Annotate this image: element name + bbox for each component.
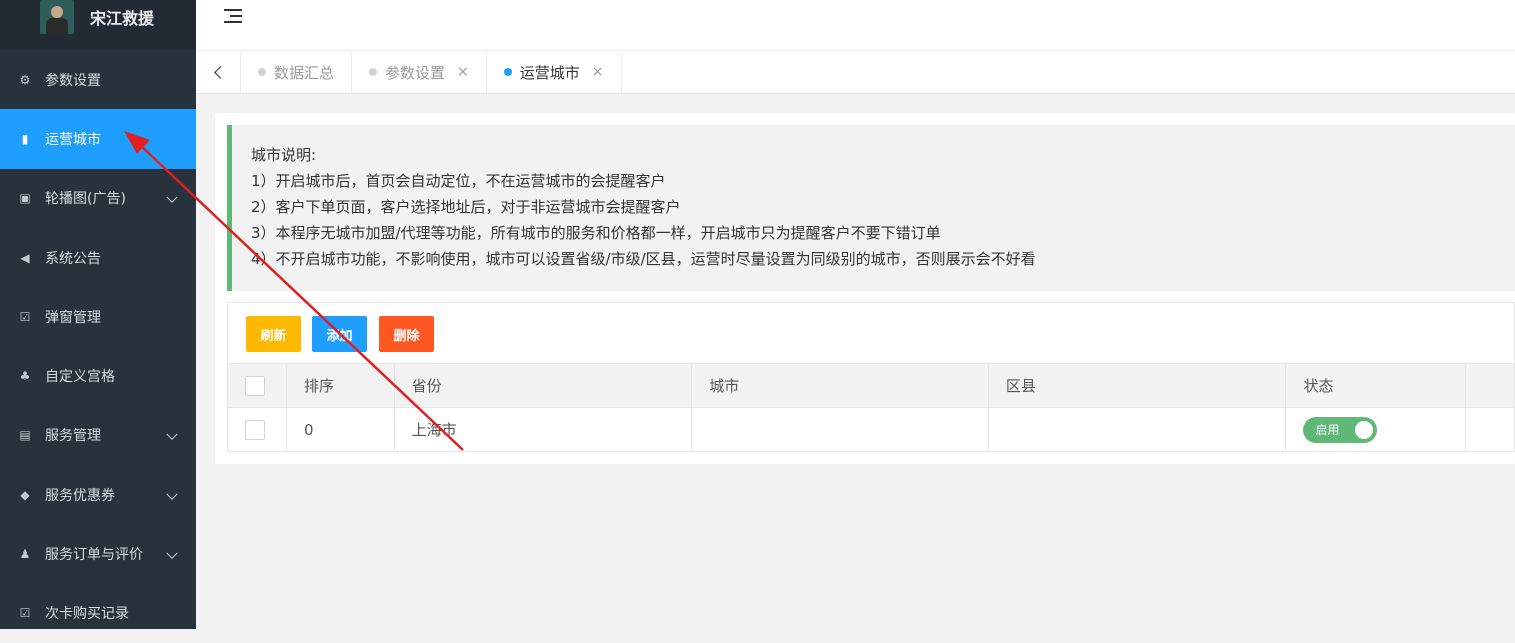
tab-dot-icon (503, 68, 512, 76)
cell-province: 上海市 (393, 407, 693, 452)
avatar (40, 0, 74, 34)
sidebar-item-orders[interactable]: ♟ 服务订单与评价 (0, 524, 196, 583)
tab-bar: 数据汇总 参数设置 × 运营城市 × (196, 51, 1515, 94)
cell-city (691, 407, 989, 452)
cell-actions (1465, 407, 1515, 452)
sidebar-item-label: 服务优惠券 (45, 487, 115, 504)
notice-line: 4）不开启城市功能，不影响使用，城市可以设置省级/市级/区县，运营时尽量设置为同… (251, 250, 1036, 268)
chevron-left-icon (213, 65, 227, 79)
row-select-cell (227, 407, 287, 452)
sidebar-item-grid[interactable]: ♣ 自定义宫格 (0, 346, 196, 405)
sidebar-item-coupons[interactable]: ◆ 服务优惠券 (0, 465, 196, 524)
image-icon: ▣ (19, 191, 31, 206)
top-header (196, 0, 1515, 51)
col-province[interactable]: 省份 (393, 363, 693, 408)
check-square-icon: ☑ (19, 309, 31, 324)
close-icon[interactable]: × (592, 64, 604, 80)
city-table: 排序 省份 城市 区县 状态 0 上海市 启用 (227, 363, 1515, 452)
sidebar-item-label: 弹窗管理 (45, 309, 101, 326)
sidebar-item-label: 自定义宫格 (45, 369, 115, 386)
sidebar: 宋江救援 ⚙ 参数设置 ▮ 运营城市 ▣ 轮播图(广告) ◀ 系统公告 ☑ 弹窗管理 ♣ 自… (0, 0, 196, 629)
sidebar-item-cities[interactable]: ▮ 运营城市 (0, 109, 196, 169)
col-actions (1465, 363, 1515, 408)
sidebar-item-banner[interactable]: ▣ 轮播图(广告) (0, 169, 196, 228)
check-square-icon: ☑ (19, 606, 31, 621)
notice-line: 1）开启城市后，首页会自动定位，不在运营城市的会提醒客户 (251, 172, 666, 190)
refresh-button[interactable]: 刷新 (246, 316, 301, 352)
notice-title: 城市说明: (251, 146, 317, 164)
tab-scroll-left-button[interactable] (196, 51, 241, 93)
sidebar-menu: ⚙ 参数设置 ▮ 运营城市 ▣ 轮播图(广告) ◀ 系统公告 ☑ 弹窗管理 ♣ 自定义宫格 … (0, 50, 196, 643)
notice-line: 2）客户下单页面，客户选择地址后，对于非运营城市会提醒客户 (251, 198, 681, 216)
add-button[interactable]: 添加 (312, 316, 367, 352)
sidebar-item-label: 轮播图(广告) (45, 191, 126, 208)
chevron-down-icon (166, 547, 178, 559)
chevron-down-icon (166, 428, 178, 441)
row-checkbox[interactable] (245, 419, 265, 440)
select-all-checkbox[interactable] (245, 375, 265, 396)
col-district[interactable]: 区县 (987, 363, 1287, 408)
table-header-row: 排序 省份 城市 区县 状态 (227, 363, 1515, 408)
delete-button[interactable]: 删除 (379, 316, 434, 352)
sidebar-item-label: 运营城市 (45, 131, 101, 148)
cell-district (987, 407, 1287, 452)
speaker-icon: ◀ (20, 250, 30, 265)
sidebar-item-card-records[interactable]: ☑ 次卡购买记录 (0, 584, 196, 643)
chevron-down-icon (166, 191, 178, 204)
table-toolbar: 刷新 添加 删除 (227, 302, 1515, 364)
sidebar-item-label: 系统公告 (45, 250, 101, 267)
status-toggle-label: 启用 (1315, 423, 1340, 437)
tab-label: 参数设置 (385, 63, 446, 82)
brand: 宋江救援 (0, 0, 196, 50)
menu-toggle-icon[interactable] (224, 9, 242, 23)
col-city[interactable]: 城市 (691, 363, 989, 408)
sitemap-icon: ♣ (19, 369, 31, 384)
sidebar-item-popup[interactable]: ☑ 弹窗管理 (0, 287, 196, 346)
sidebar-item-label: 次卡购买记录 (45, 606, 129, 623)
col-sort[interactable]: 排序 (285, 363, 395, 408)
brand-name: 宋江救援 (90, 9, 155, 28)
chevron-down-icon (166, 488, 178, 500)
tab-params[interactable]: 参数设置 × (352, 51, 487, 93)
notice-line: 3）本程序无城市加盟/代理等功能，所有城市的服务和价格都一样，开启城市只为提醒客… (251, 224, 941, 242)
cell-status: 启用 (1285, 407, 1467, 452)
tab-dashboard[interactable]: 数据汇总 (241, 51, 353, 93)
sidebar-item-label: 参数设置 (45, 72, 101, 89)
select-all-cell (227, 363, 287, 408)
gear-icon: ⚙ (19, 72, 31, 87)
server-icon: ▤ (19, 428, 31, 443)
city-notice: 城市说明: 1）开启城市后，首页会自动定位，不在运营城市的会提醒客户 2）客户下… (227, 125, 1515, 291)
tab-label: 运营城市 (519, 63, 580, 82)
sidebar-item-services[interactable]: ▤ 服务管理 (0, 406, 196, 465)
stamp-icon: ♟ (19, 547, 31, 562)
tab-dot-icon (369, 68, 378, 76)
sidebar-item-params[interactable]: ⚙ 参数设置 (0, 50, 196, 109)
status-toggle[interactable]: 启用 (1303, 416, 1378, 443)
sidebar-item-label: 服务管理 (45, 428, 101, 445)
sidebar-item-label: 服务订单与评价 (45, 547, 143, 564)
tab-cities[interactable]: 运营城市 × (487, 51, 622, 93)
table-row[interactable]: 0 上海市 启用 (227, 407, 1515, 452)
tab-dot-icon (258, 68, 266, 76)
col-status[interactable]: 状态 (1285, 363, 1467, 408)
close-icon[interactable]: × (457, 64, 469, 80)
toggle-knob (1355, 420, 1374, 439)
building-icon: ▮ (21, 131, 29, 146)
ticket-icon: ◆ (20, 487, 30, 502)
sidebar-item-notice[interactable]: ◀ 系统公告 (0, 228, 196, 287)
cell-sort: 0 (285, 407, 395, 452)
tab-label: 数据汇总 (274, 63, 335, 82)
content-panel: 城市说明: 1）开启城市后，首页会自动定位，不在运营城市的会提醒客户 2）客户下… (215, 113, 1515, 464)
